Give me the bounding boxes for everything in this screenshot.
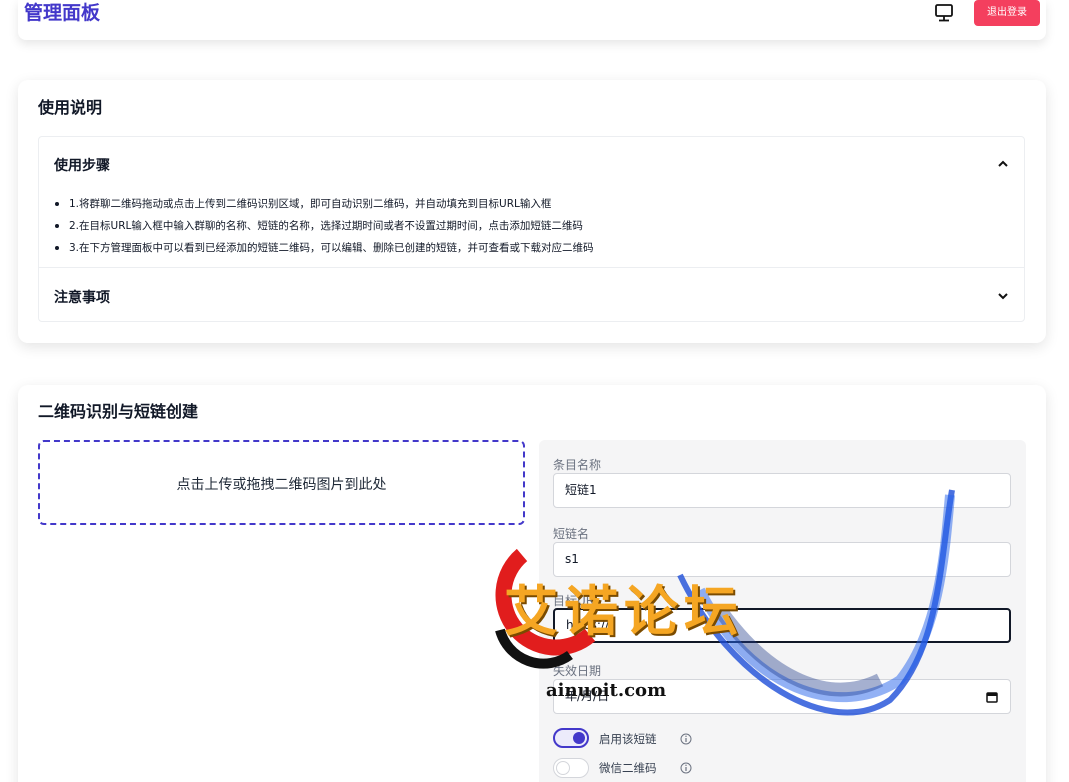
steps-title: 使用步骤 — [54, 158, 110, 174]
step-item: 3.在下方管理面板中可以看到已经添加的短链二维码，可以编辑、删除已创建的短链，并… — [53, 237, 594, 259]
qr-dropzone[interactable]: 点击上传或拖拽二维码图片到此处 — [38, 440, 525, 525]
toggle-knob — [556, 761, 570, 775]
monitor-icon[interactable] — [934, 3, 954, 23]
toggle-knob — [573, 732, 585, 744]
enable-toggle[interactable] — [553, 728, 589, 748]
accordion-notes-header[interactable]: 注意事项 — [39, 268, 1024, 320]
watermark-text: 艾诺论坛 — [504, 580, 744, 643]
step-item: 2.在目标URL输入框中输入群聊的名称、短链的名称，选择过期时间或者不设置过期时… — [53, 215, 594, 237]
top-header: 管理面板 退出登录 — [18, 0, 1046, 40]
name-label: 条目名称 — [553, 458, 602, 472]
qr-title: 二维码识别与短链创建 — [38, 402, 199, 421]
step-item: 1.将群聊二维码拖动或点击上传到二维码识别区域，即可自动识别二维码，并自动填充到… — [53, 193, 594, 215]
enable-label: 启用该短链 — [599, 732, 657, 746]
usage-title: 使用说明 — [38, 98, 103, 117]
steps-list: 1.将群聊二维码拖动或点击上传到二维码识别区域，即可自动识别二维码，并自动填充到… — [53, 193, 594, 259]
name-input[interactable]: 短链1 — [553, 473, 1011, 508]
wechat-label: 微信二维码 — [599, 761, 657, 775]
calendar-icon[interactable] — [986, 691, 998, 703]
accordion-steps-header[interactable]: 使用步骤 — [39, 137, 1024, 189]
info-icon[interactable] — [680, 733, 692, 745]
usage-accordion: 使用步骤 1.将群聊二维码拖动或点击上传到二维码识别区域，即可自动识别二维码，并… — [38, 136, 1025, 322]
app-title: 管理面板 — [24, 2, 101, 24]
dropzone-text: 点击上传或拖拽二维码图片到此处 — [176, 477, 387, 493]
notes-title: 注意事项 — [54, 290, 110, 306]
chevron-down-icon — [998, 293, 1008, 300]
info-icon[interactable] — [680, 762, 692, 774]
watermark-url: ainuoit.com — [546, 680, 667, 701]
wechat-toggle[interactable] — [553, 758, 589, 778]
chevron-up-icon — [998, 160, 1008, 167]
logout-button[interactable]: 退出登录 — [974, 0, 1040, 26]
slug-label: 短链名 — [553, 527, 590, 541]
usage-card: 使用说明 使用步骤 1.将群聊二维码拖动或点击上传到二维码识别区域，即可自动识别… — [18, 80, 1046, 343]
expire-label: 失效日期 — [553, 664, 602, 678]
